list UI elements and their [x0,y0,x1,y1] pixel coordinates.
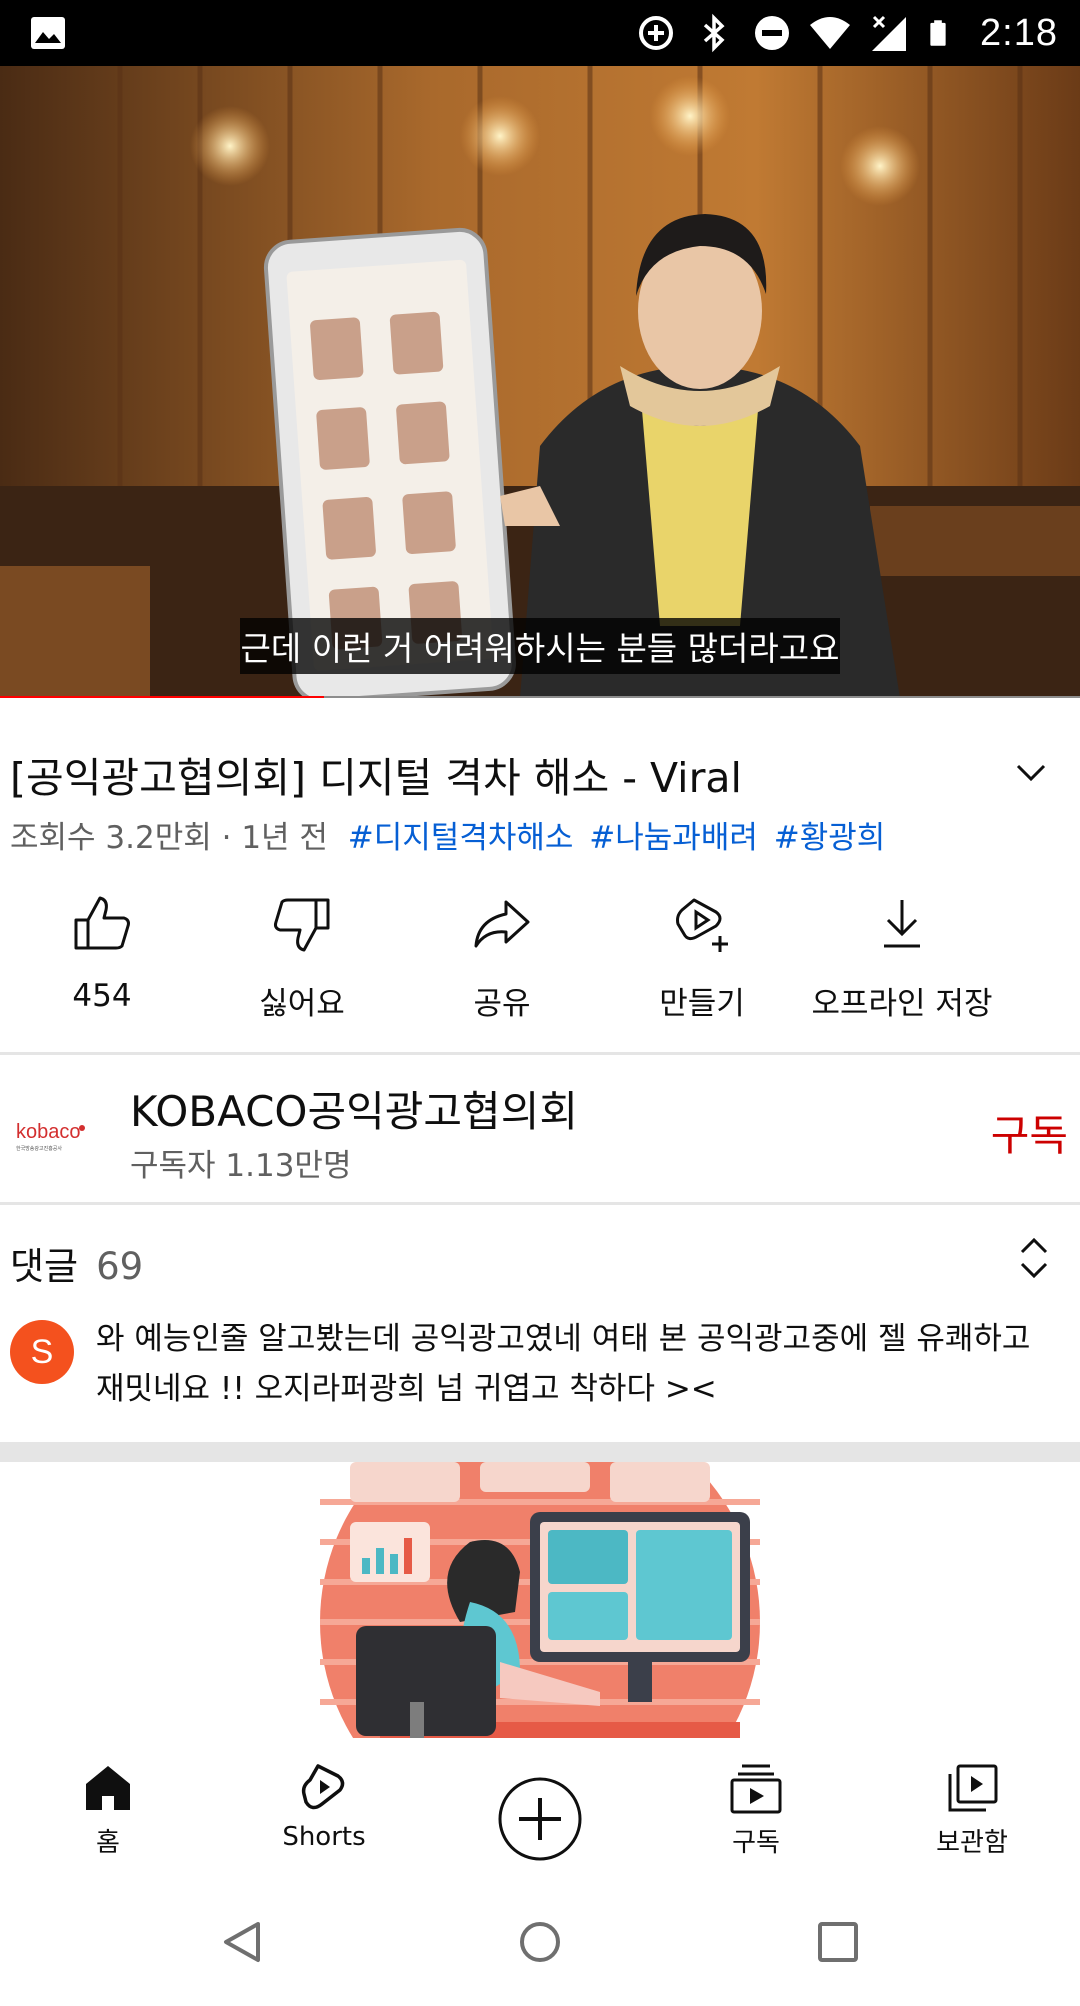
subscriber-count: 구독자 1.13만명 [130,1148,352,1184]
divider [0,1202,1080,1205]
system-navigation-bar [0,1874,1080,2006]
download-icon [884,900,920,948]
expand-collapse-icon[interactable] [1012,1234,1056,1282]
promo-illustration [0,1462,1080,1738]
download-button[interactable]: 오프라인 저장 [802,892,1002,1023]
video-frame [0,66,1080,698]
share-button[interactable]: 공유 [402,892,602,1023]
create-plus-icon[interactable] [497,1776,583,1862]
video-progress-fill [0,696,324,698]
back-icon[interactable] [218,1918,266,1966]
video-progress-bar[interactable] [0,696,1080,698]
recents-icon[interactable] [814,1918,862,1966]
nav-subscriptions[interactable]: 구독 [648,1760,864,1859]
more-actions-partial[interactable] [1070,892,1080,996]
wifi-icon [810,17,851,49]
channel-name[interactable]: KOBACO공익광고협의회 [130,1078,578,1139]
dislike-label: 싫어요 [259,986,345,1022]
comments-section[interactable]: 댓글 69 S 와 예능인줄 알고봤는데 공익광고였네 여태 본 공익광고중에 젤… [0,1210,1080,1440]
nav-home-label: 홈 [96,1828,120,1858]
share-icon [474,900,530,948]
status-icons: 2:18 [634,0,1058,66]
action-bar: 454 싫어요 공유 만들기 오프라인 저장 [0,892,1080,1032]
logo-text: kobaco [16,1121,81,1143]
nav-library-label: 보관함 [936,1828,1008,1858]
dislike-button[interactable]: 싫어요 [202,892,402,1023]
like-count: 454 [72,978,132,1014]
signal-icon [872,15,907,51]
create-button[interactable]: 만들기 [602,892,802,1023]
hashtag[interactable]: #디지털격차해소 [348,820,574,856]
video-player[interactable]: 근데 이런 거 어려워하시는 분들 많더라고요 [0,66,1080,698]
like-icon [74,896,130,950]
comments-count: 69 [96,1245,144,1288]
home-icon [86,1766,130,1810]
view-count: 조회수 3.2만회 · 1년 전 [10,820,328,856]
nav-shorts[interactable]: Shorts [216,1760,432,1852]
nav-shorts-label: Shorts [282,1822,366,1852]
shorts-icon [301,1764,345,1810]
share-label: 공유 [473,986,531,1022]
video-title-row[interactable]: [공익광고협의회] 디지털 격차 해소 - Viral [0,740,1080,804]
library-icon [948,1764,998,1812]
bluetooth-icon [703,13,725,53]
kobaco-logo: kobaco 한국방송광고진흥공사 [16,1121,85,1152]
chevron-down-icon[interactable] [1006,748,1056,798]
comments-label: 댓글 [10,1245,79,1288]
comments-header: 댓글 69 [10,1236,143,1290]
illustration-graphic [320,1462,760,1738]
divider [0,1052,1080,1055]
channel-row[interactable]: kobaco 한국방송광고진흥공사 KOBACO공익광고협의회 구독자 1.13… [0,1058,1080,1202]
video-meta: 조회수 3.2만회 · 1년 전 #디지털격차해소 #나눔과배려 #황광희 [10,812,885,857]
status-bar: 2:18 [0,0,1080,66]
bottom-navigation: 홈 Shorts 구독 보관함 [0,1738,1080,1874]
subscriptions-icon [730,1764,782,1814]
video-subtitle: 근데 이런 거 어려워하시는 분들 많더라고요 [240,618,840,674]
top-comment-text: 와 예능인줄 알고봤는데 공익광고였네 여태 본 공익광고중에 젤 유쾌하고 재… [96,1321,1031,1407]
channel-avatar[interactable]: kobaco 한국방송광고진흥공사 [10,1092,96,1178]
subscribe-button[interactable]: 구독 [991,1102,1068,1163]
home-circle-icon[interactable] [516,1918,564,1966]
logo-subtext: 한국방송광고진흥공사 [16,1145,62,1152]
section-divider [0,1442,1080,1462]
nav-subscriptions-label: 구독 [732,1828,780,1858]
nav-library[interactable]: 보관함 [864,1760,1080,1859]
do-not-disturb-icon [755,16,790,50]
create-label: 만들기 [659,986,745,1022]
like-button[interactable]: 454 [2,892,202,1014]
battery-icon [930,20,946,46]
commenter-avatar: S [10,1320,74,1384]
image-icon [31,17,65,49]
hashtag[interactable]: #나눔과배려 [589,820,758,856]
download-label: 오프라인 저장 [811,986,993,1022]
nav-home[interactable]: 홈 [0,1760,216,1859]
data-saver-icon [639,16,674,50]
hashtag[interactable]: #황광희 [774,820,886,856]
dislike-icon [274,898,330,952]
create-icon [676,898,728,952]
video-title: [공익광고협의회] 디지털 격차 해소 - Viral [10,754,742,802]
clock: 2:18 [980,11,1058,54]
